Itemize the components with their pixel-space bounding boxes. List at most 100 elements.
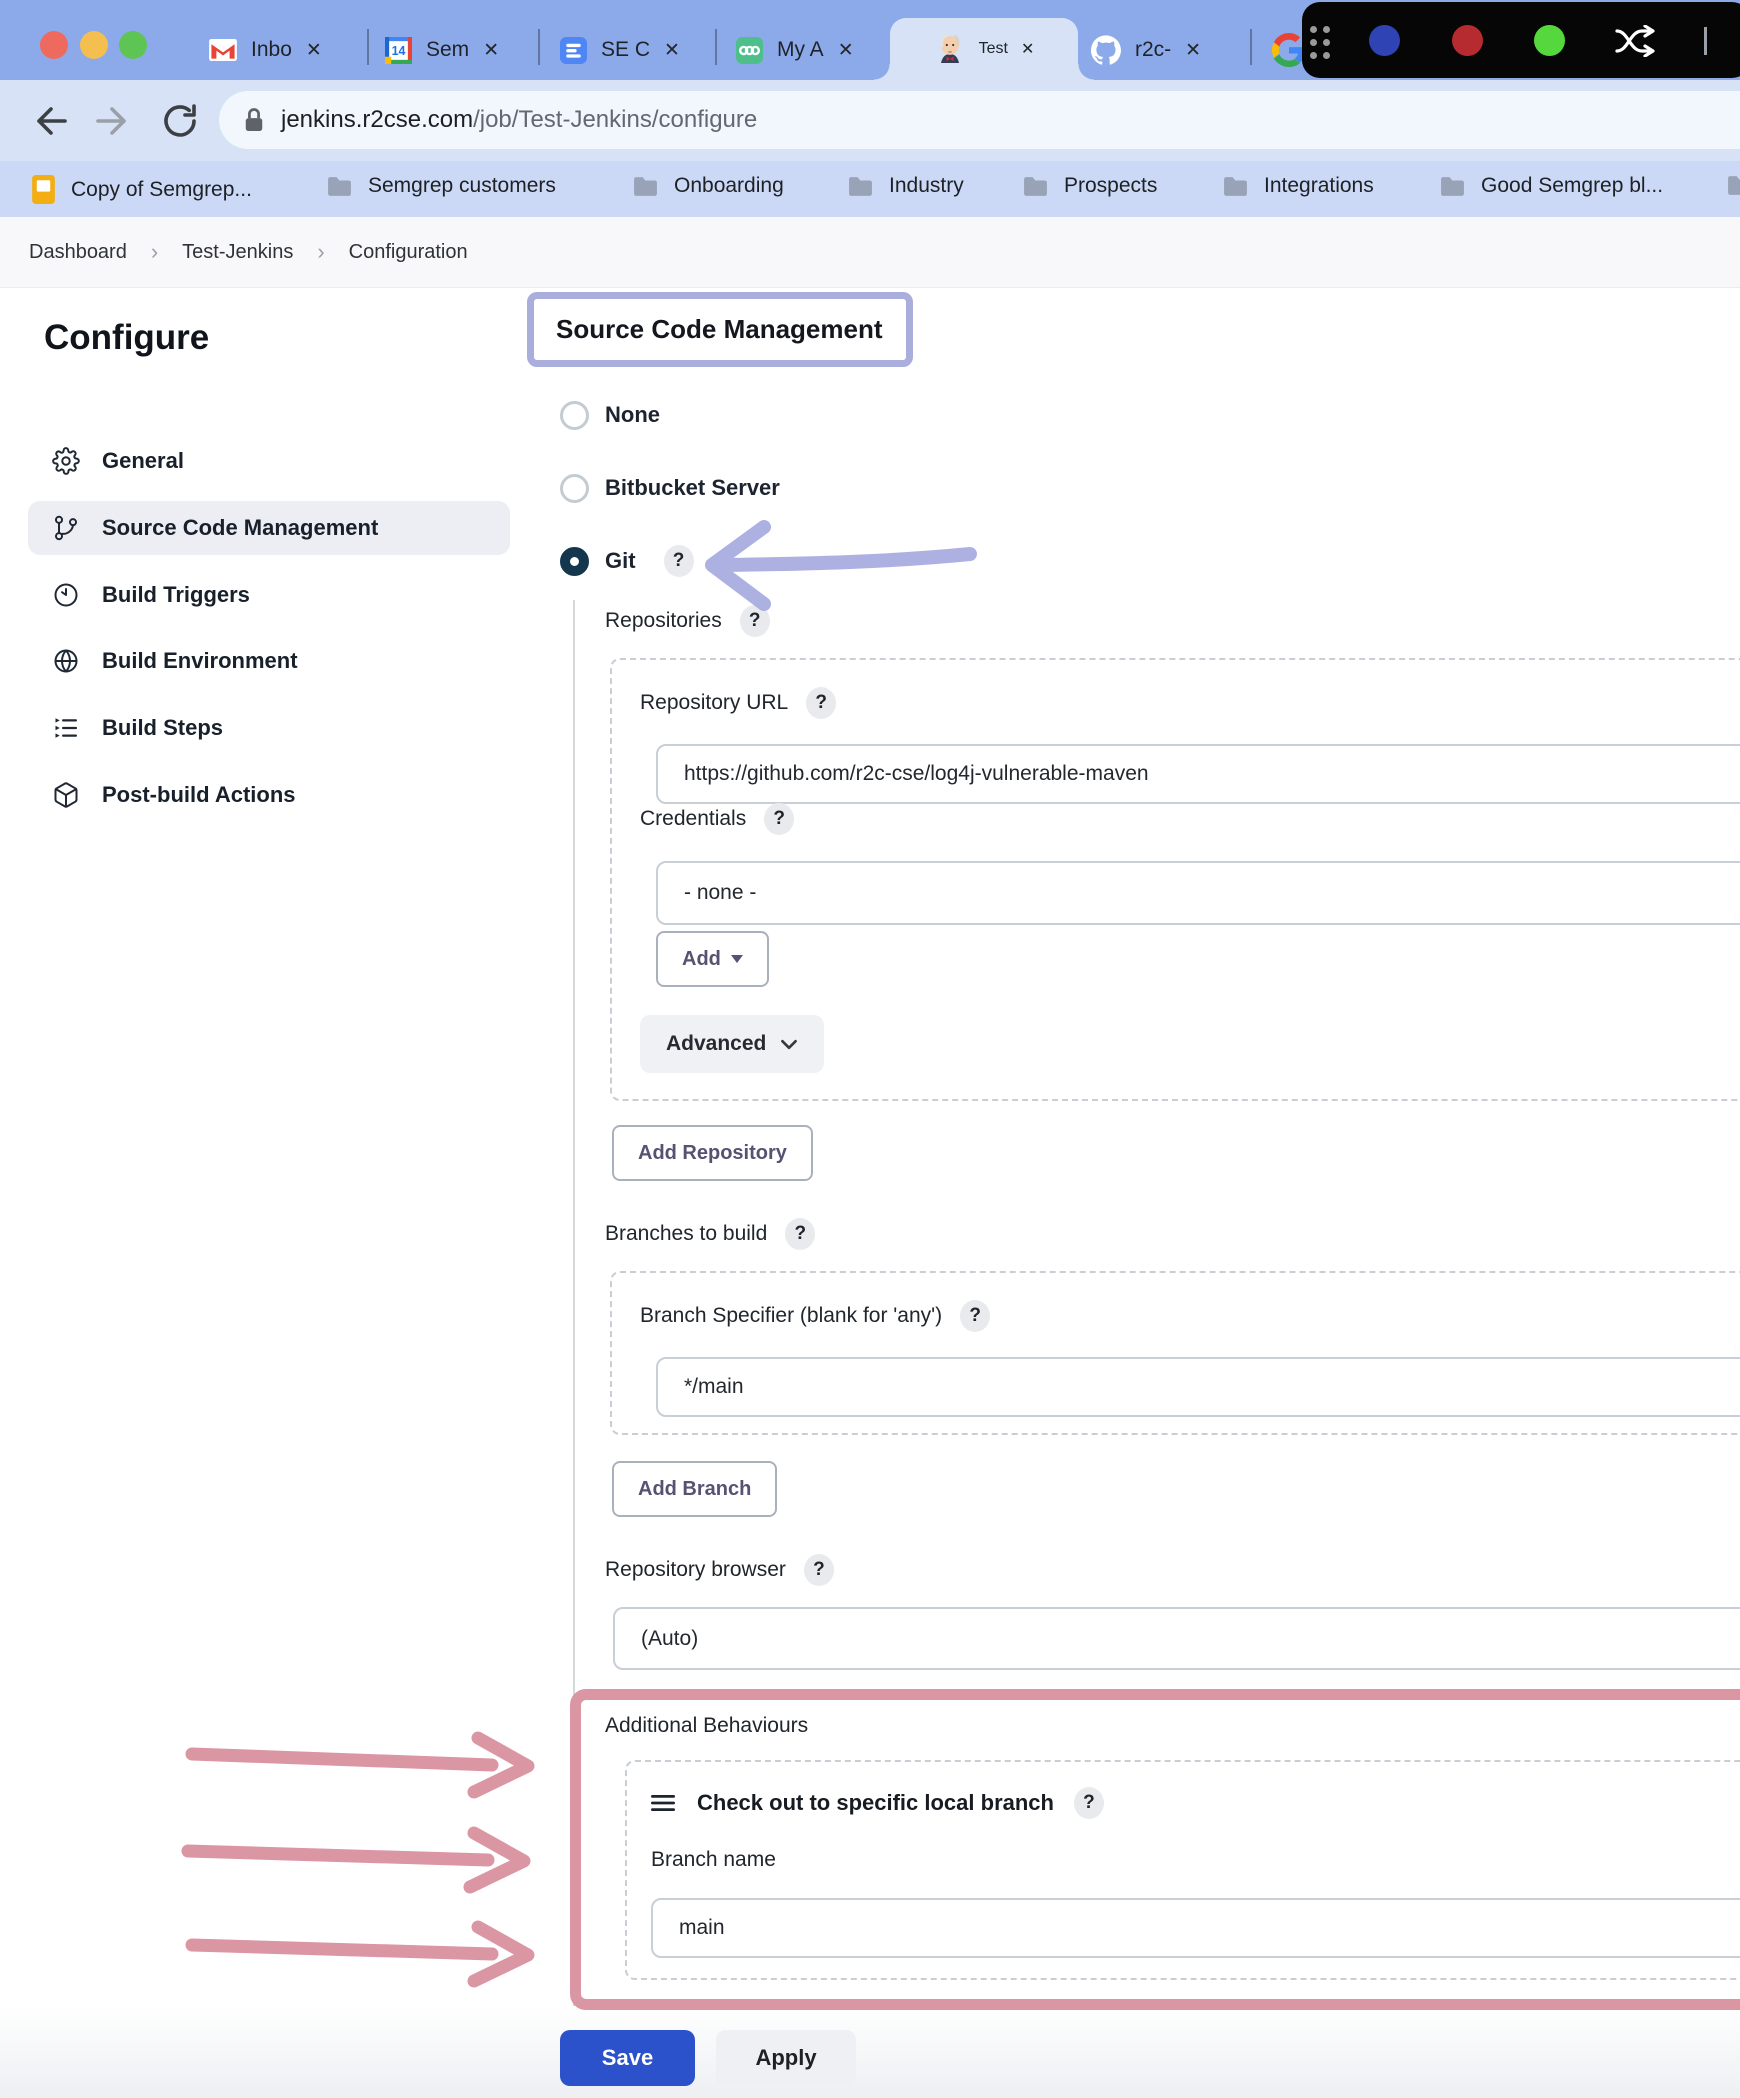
radio-none[interactable] xyxy=(560,401,589,430)
add-repository-label: Add Repository xyxy=(638,1142,787,1165)
branch-specifier-input[interactable] xyxy=(656,1357,1740,1417)
credentials-select[interactable]: - none - xyxy=(656,861,1740,925)
breadcrumb-dashboard[interactable]: Dashboard xyxy=(29,241,127,264)
help-icon[interactable]: ? xyxy=(664,545,694,577)
green-status-dot[interactable] xyxy=(1534,25,1565,56)
close-tab-icon[interactable]: ✕ xyxy=(838,41,854,60)
help-icon[interactable]: ? xyxy=(1074,1787,1104,1819)
apply-button[interactable]: Apply xyxy=(716,2030,856,2086)
repository-url-label-row: Repository URL ? xyxy=(640,688,1740,718)
advanced-button[interactable]: Advanced xyxy=(640,1015,824,1073)
page-title: Configure xyxy=(44,318,209,358)
bookmark-label: Onboarding xyxy=(674,174,784,198)
help-icon[interactable]: ? xyxy=(806,687,836,719)
bookmark-folder[interactable]: Onboarding xyxy=(632,174,784,198)
tab-gmail[interactable]: Inbo ✕ xyxy=(209,24,322,76)
bookmark-folder[interactable]: Industry xyxy=(847,174,964,198)
gmail-icon xyxy=(209,39,237,61)
red-status-dot[interactable] xyxy=(1452,25,1483,56)
add-branch-button[interactable]: Add Branch xyxy=(612,1461,777,1517)
credentials-label: Credentials xyxy=(640,807,746,831)
bookmark-folder[interactable]: Good Semgrep bl... xyxy=(1439,174,1663,198)
breadcrumb-configuration[interactable]: Configuration xyxy=(349,241,468,264)
purple-annotation-arrow-icon xyxy=(698,518,988,614)
sidebar-item-build-triggers[interactable]: Build Triggers xyxy=(28,568,510,622)
bookmark-item[interactable]: Copy of Semgrep... xyxy=(31,174,252,205)
help-icon[interactable]: ? xyxy=(764,803,794,835)
close-window-button[interactable] xyxy=(40,31,68,59)
help-icon[interactable]: ? xyxy=(785,1218,815,1250)
additional-behaviours-label: Additional Behaviours xyxy=(605,1712,1740,1740)
add-credentials-button[interactable]: Add xyxy=(656,931,769,987)
tab-doc[interactable]: SE C ✕ xyxy=(560,24,680,76)
blue-status-dot[interactable] xyxy=(1369,25,1400,56)
save-button[interactable]: Save xyxy=(560,2030,695,2086)
repository-url-input[interactable] xyxy=(656,744,1740,804)
close-tab-icon[interactable]: ✕ xyxy=(1185,41,1201,60)
list-icon xyxy=(52,714,80,742)
folder-icon xyxy=(1439,175,1466,198)
sidebar-item-label: Build Steps xyxy=(102,715,223,741)
sidebar-item-general[interactable]: General xyxy=(28,434,510,488)
tab-jenkins-active[interactable]: Test ✕ xyxy=(890,18,1078,80)
add-repository-button[interactable]: Add Repository xyxy=(612,1125,813,1181)
credentials-selected-value: - none - xyxy=(684,881,756,905)
sidebar-item-build-environment[interactable]: Build Environment xyxy=(28,634,510,688)
sidebar-item-source-code-management[interactable]: Source Code Management xyxy=(28,501,510,555)
bookmark-folder[interactable]: Semgrep customers xyxy=(326,174,556,198)
pink-annotation-arrow-icon xyxy=(182,1728,542,1800)
bookmark-folder[interactable] xyxy=(1726,174,1740,197)
minimize-window-button[interactable] xyxy=(80,31,108,59)
tab-label: Test xyxy=(979,40,1008,58)
behaviour-header: Check out to specific local branch ? xyxy=(651,1786,1740,1820)
tab-google[interactable] xyxy=(1272,24,1306,76)
reload-icon[interactable] xyxy=(158,99,202,143)
zoom-window-button[interactable] xyxy=(119,31,147,59)
folder-icon xyxy=(1726,174,1740,197)
bookmark-folder[interactable]: Integrations xyxy=(1222,174,1374,198)
drag-handle-dots-icon[interactable] xyxy=(1310,26,1317,33)
breadcrumb-job[interactable]: Test-Jenkins xyxy=(182,241,293,264)
radio-git-checked[interactable] xyxy=(560,547,589,576)
scm-option-bitbucket[interactable]: Bitbucket Server xyxy=(527,473,1740,503)
caret-down-icon xyxy=(731,955,743,963)
google-calendar-icon: 14 xyxy=(385,37,412,64)
drag-handle-dots-icon[interactable] xyxy=(1310,52,1317,59)
help-icon[interactable]: ? xyxy=(960,1300,990,1332)
document-icon xyxy=(31,174,56,205)
tab-calendar[interactable]: 14 Sem ✕ xyxy=(385,24,499,76)
drag-handle-dots-icon[interactable] xyxy=(1323,26,1330,33)
close-tab-icon[interactable]: ✕ xyxy=(306,41,322,60)
sidebar-item-build-steps[interactable]: Build Steps xyxy=(28,701,510,755)
help-icon[interactable]: ? xyxy=(804,1554,834,1586)
sidebar-item-label: Post-build Actions xyxy=(102,782,296,808)
drag-handle-icon[interactable] xyxy=(651,1793,677,1813)
close-tab-icon[interactable]: ✕ xyxy=(1021,39,1034,59)
close-tab-icon[interactable]: ✕ xyxy=(483,41,499,60)
repository-browser-select[interactable]: (Auto) xyxy=(613,1607,1740,1670)
github-icon xyxy=(1091,35,1121,65)
google-icon xyxy=(1272,33,1306,67)
sidebar-item-post-build-actions[interactable]: Post-build Actions xyxy=(28,768,510,822)
branch-name-input[interactable] xyxy=(651,1898,1740,1958)
drag-handle-dots-icon[interactable] xyxy=(1323,39,1330,46)
bookmark-folder[interactable]: Prospects xyxy=(1022,174,1157,198)
close-tab-icon[interactable]: ✕ xyxy=(664,41,680,60)
address-bar[interactable]: jenkins.r2cse.com/job/Test-Jenkins/confi… xyxy=(219,91,1740,149)
bookmark-label: Semgrep customers xyxy=(368,174,556,198)
floating-control-widget[interactable] xyxy=(1302,2,1740,78)
radio-bitbucket[interactable] xyxy=(560,474,589,503)
tab-my-a[interactable]: My A ✕ xyxy=(736,24,854,76)
sidebar-item-label: General xyxy=(102,448,184,474)
breadcrumb: Dashboard › Test-Jenkins › Configuration xyxy=(0,217,1740,288)
bookmark-label: Industry xyxy=(889,174,964,198)
drag-handle-dots-icon[interactable] xyxy=(1323,52,1330,59)
tab-github[interactable]: r2c- ✕ xyxy=(1091,24,1201,76)
back-icon[interactable] xyxy=(27,99,71,143)
shuffle-icon[interactable] xyxy=(1614,25,1658,57)
drag-handle-dots-icon[interactable] xyxy=(1310,39,1317,46)
browser-window: Inbo ✕ 14 Sem ✕ SE C ✕ My A ✕ xyxy=(0,0,1740,2098)
scm-option-none[interactable]: None xyxy=(527,400,1740,430)
folder-icon xyxy=(632,175,659,198)
forward-icon[interactable] xyxy=(92,99,136,143)
